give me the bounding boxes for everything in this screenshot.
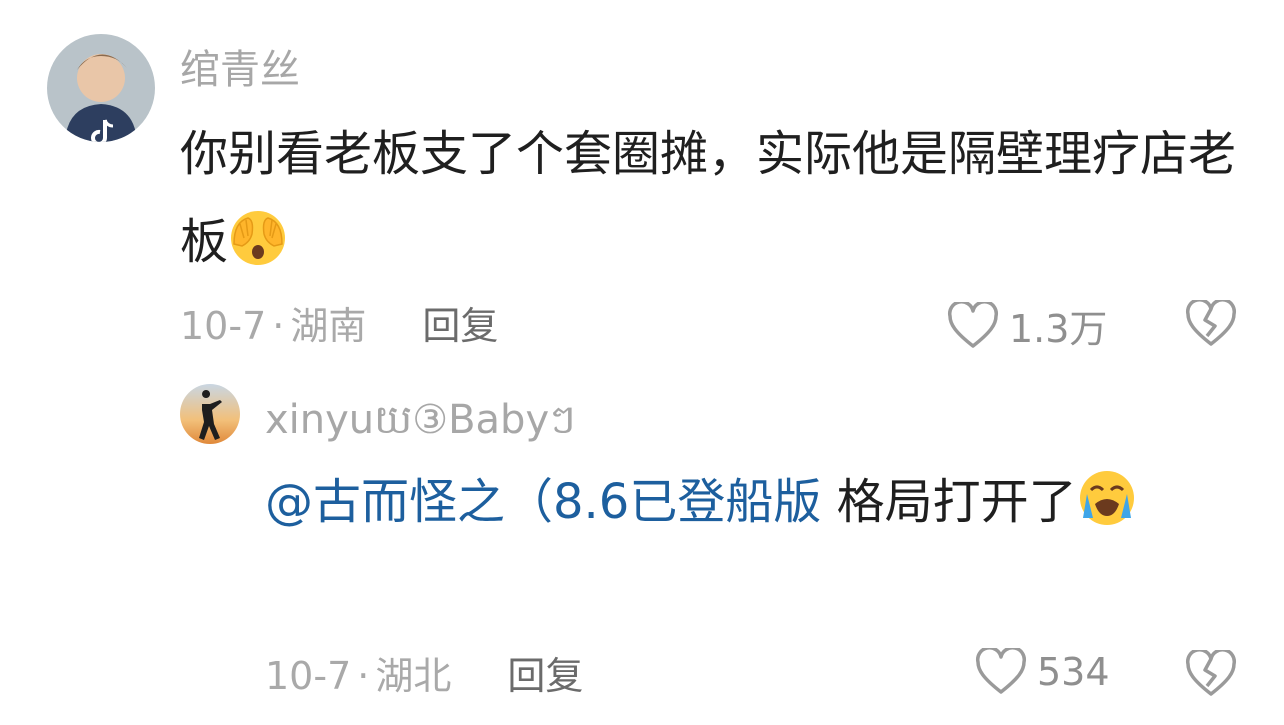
avatar[interactable] — [47, 34, 155, 142]
comment-location: 湖南 — [290, 304, 367, 348]
like-button[interactable]: 1.3万 — [947, 298, 1107, 353]
comment-date: 10-7 — [265, 654, 352, 698]
heart-icon — [975, 648, 1027, 696]
reply-item: xinyuយ③Babyៗ @古而怪之（8.6已登船版 格局打开了 10-7 · … — [0, 370, 1284, 725]
avatar[interactable] — [180, 384, 240, 444]
comment-item: 绾青丝 你别看老板支了个套圈摊，实际他是隔壁理疗店老板 10-7 · 湖南 回复… — [0, 0, 1284, 370]
heart-icon — [947, 301, 999, 350]
comment-meta: 10-7 · 湖南 回复 — [180, 307, 498, 345]
comment-meta: 10-7 · 湖北 回复 — [265, 657, 583, 695]
reply-button[interactable]: 回复 — [507, 657, 583, 695]
meta-separator: · — [357, 654, 370, 698]
mention-link[interactable]: @古而怪之（8.6已登船版 — [265, 474, 821, 530]
broken-heart-icon[interactable] — [1185, 300, 1237, 348]
like-count: 534 — [1037, 650, 1110, 694]
crying-face-emoji — [1077, 468, 1137, 528]
comment-body: 你别看老板支了个套圈摊，实际他是隔壁理疗店老板 — [180, 126, 1237, 270]
meta-separator: · — [272, 304, 285, 348]
face-hands-over-eyes-emoji — [228, 208, 288, 268]
comment-location: 湖北 — [375, 654, 452, 698]
username[interactable]: xinyuយ③Babyៗ — [265, 400, 576, 440]
comment-text: @古而怪之（8.6已登船版 格局打开了 — [265, 458, 1255, 546]
username[interactable]: 绾青丝 — [180, 50, 300, 90]
broken-heart-icon[interactable] — [1185, 650, 1237, 698]
reply-button[interactable]: 回复 — [422, 307, 498, 345]
like-button[interactable]: 534 — [975, 648, 1110, 696]
comment-text: 你别看老板支了个套圈摊，实际他是隔壁理疗店老板 — [180, 110, 1240, 286]
comment-date: 10-7 — [180, 304, 267, 348]
comment-body: 格局打开了 — [836, 474, 1077, 530]
like-count: 1.3万 — [1009, 307, 1108, 351]
